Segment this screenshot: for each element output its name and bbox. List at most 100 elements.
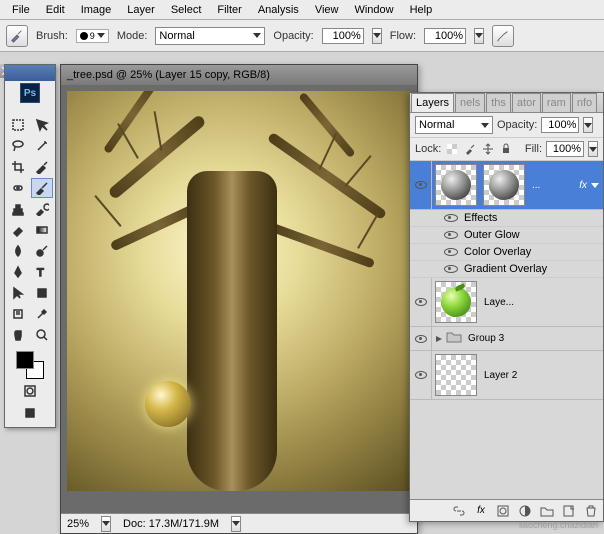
- marquee-tool[interactable]: [7, 115, 29, 135]
- lasso-tool[interactable]: [7, 136, 29, 156]
- group-name[interactable]: Group 3: [464, 333, 603, 344]
- eye-icon[interactable]: [444, 214, 458, 222]
- fill-input[interactable]: 100%: [546, 141, 584, 157]
- menu-select[interactable]: Select: [163, 2, 210, 18]
- zoom-level[interactable]: 25%: [67, 518, 89, 530]
- doc-info-arrow[interactable]: [231, 516, 241, 532]
- shape-tool[interactable]: [31, 283, 53, 303]
- menu-view[interactable]: View: [307, 2, 347, 18]
- layer-thumbnail[interactable]: [435, 281, 477, 323]
- heal-tool[interactable]: [7, 178, 29, 198]
- eye-icon[interactable]: [444, 265, 458, 273]
- group-expand-icon[interactable]: [432, 335, 446, 343]
- visibility-toggle[interactable]: [410, 161, 432, 209]
- visibility-toggle[interactable]: [410, 327, 432, 350]
- layer-opacity-arrow[interactable]: [583, 117, 593, 133]
- effect-outer-glow[interactable]: Outer Glow: [410, 227, 603, 244]
- tab-info[interactable]: nfo: [572, 93, 597, 112]
- opacity-input[interactable]: 100%: [322, 28, 364, 44]
- blend-mode-select[interactable]: Normal: [155, 27, 265, 45]
- wand-tool[interactable]: [31, 136, 53, 156]
- link-layers-icon[interactable]: [451, 503, 467, 519]
- menu-window[interactable]: Window: [346, 2, 401, 18]
- quickmask-icon[interactable]: [19, 381, 41, 401]
- visibility-toggle[interactable]: [410, 278, 432, 326]
- zoom-tool[interactable]: [31, 325, 53, 345]
- move-tool[interactable]: [31, 115, 53, 135]
- lock-position-icon[interactable]: [481, 142, 495, 156]
- tool-preset-icon[interactable]: [6, 25, 28, 47]
- fx-badge[interactable]: fx: [579, 180, 587, 191]
- fill-arrow[interactable]: [588, 141, 598, 157]
- visibility-toggle[interactable]: [410, 351, 432, 399]
- layer-blend-select[interactable]: Normal: [415, 116, 493, 134]
- tab-paths[interactable]: ths: [486, 93, 511, 112]
- new-layer-icon[interactable]: [561, 503, 577, 519]
- menu-layer[interactable]: Layer: [119, 2, 163, 18]
- layer-name[interactable]: Layer 2: [480, 370, 603, 381]
- group-row[interactable]: Group 3: [410, 327, 603, 351]
- airbrush-icon[interactable]: [492, 25, 514, 47]
- delete-layer-icon[interactable]: [583, 503, 599, 519]
- foreground-color[interactable]: [16, 351, 34, 369]
- notes-tool[interactable]: [7, 304, 29, 324]
- layer-mask-icon[interactable]: [495, 503, 511, 519]
- blur-tool[interactable]: [7, 241, 29, 261]
- zoom-arrow[interactable]: [101, 516, 111, 532]
- menu-help[interactable]: Help: [402, 2, 441, 18]
- lock-transparent-icon[interactable]: [445, 142, 459, 156]
- flow-arrow[interactable]: [474, 28, 484, 44]
- layer-thumbnail[interactable]: [435, 164, 477, 206]
- menu-file[interactable]: File: [4, 2, 38, 18]
- layer-thumbnail[interactable]: [435, 354, 477, 396]
- tab-channels[interactable]: nels: [455, 93, 485, 112]
- canvas[interactable]: [67, 91, 411, 491]
- history-brush-tool[interactable]: [31, 199, 53, 219]
- tab-actions[interactable]: ram: [542, 93, 571, 112]
- effects-header[interactable]: Effects: [410, 210, 603, 227]
- layer-opacity-input[interactable]: 100%: [541, 117, 579, 133]
- document-title-bar[interactable]: _tree.psd @ 25% (Layer 15 copy, RGB/8): [61, 65, 417, 85]
- opacity-arrow[interactable]: [372, 28, 382, 44]
- screenmode-standard-icon[interactable]: [19, 403, 41, 423]
- layer-mask-thumbnail[interactable]: [483, 164, 525, 206]
- gradient-tool[interactable]: [31, 220, 53, 240]
- layer-style-icon[interactable]: fx: [473, 503, 489, 519]
- effect-color-overlay[interactable]: Color Overlay: [410, 244, 603, 261]
- layer-name[interactable]: Laye...: [480, 297, 603, 308]
- layer-row-selected[interactable]: ... fx: [410, 161, 603, 210]
- type-tool[interactable]: T: [31, 262, 53, 282]
- new-group-icon[interactable]: [539, 503, 555, 519]
- slice-tool[interactable]: [31, 157, 53, 177]
- lock-pixels-icon[interactable]: [463, 142, 477, 156]
- brush-tool[interactable]: [31, 178, 53, 198]
- eraser-tool[interactable]: [7, 220, 29, 240]
- crop-tool[interactable]: [7, 157, 29, 177]
- eye-icon[interactable]: [444, 231, 458, 239]
- tab-layers[interactable]: Layers: [411, 93, 454, 112]
- menu-edit[interactable]: Edit: [38, 2, 73, 18]
- menu-filter[interactable]: Filter: [209, 2, 249, 18]
- menu-image[interactable]: Image: [73, 2, 120, 18]
- menu-analysis[interactable]: Analysis: [250, 2, 307, 18]
- fg-bg-swatches[interactable]: [16, 351, 44, 379]
- fx-expand-icon[interactable]: [591, 183, 599, 188]
- layer-row[interactable]: Layer 2: [410, 351, 603, 400]
- lock-all-icon[interactable]: [499, 142, 513, 156]
- toolbox-header[interactable]: [5, 65, 55, 81]
- eye-icon[interactable]: [444, 248, 458, 256]
- path-select-tool[interactable]: [7, 283, 29, 303]
- hand-tool[interactable]: [7, 325, 29, 345]
- eyedropper-tool[interactable]: [31, 304, 53, 324]
- stamp-tool[interactable]: [7, 199, 29, 219]
- pen-tool[interactable]: [7, 262, 29, 282]
- adjustment-layer-icon[interactable]: [517, 503, 533, 519]
- layer-name[interactable]: ...: [528, 180, 579, 191]
- layer-row[interactable]: Laye...: [410, 278, 603, 327]
- dodge-tool[interactable]: [31, 241, 53, 261]
- effect-label: Color Overlay: [464, 246, 531, 258]
- brush-preset-picker[interactable]: 9: [76, 29, 109, 43]
- flow-input[interactable]: 100%: [424, 28, 466, 44]
- tab-history[interactable]: ator: [512, 93, 541, 112]
- effect-gradient-overlay[interactable]: Gradient Overlay: [410, 261, 603, 278]
